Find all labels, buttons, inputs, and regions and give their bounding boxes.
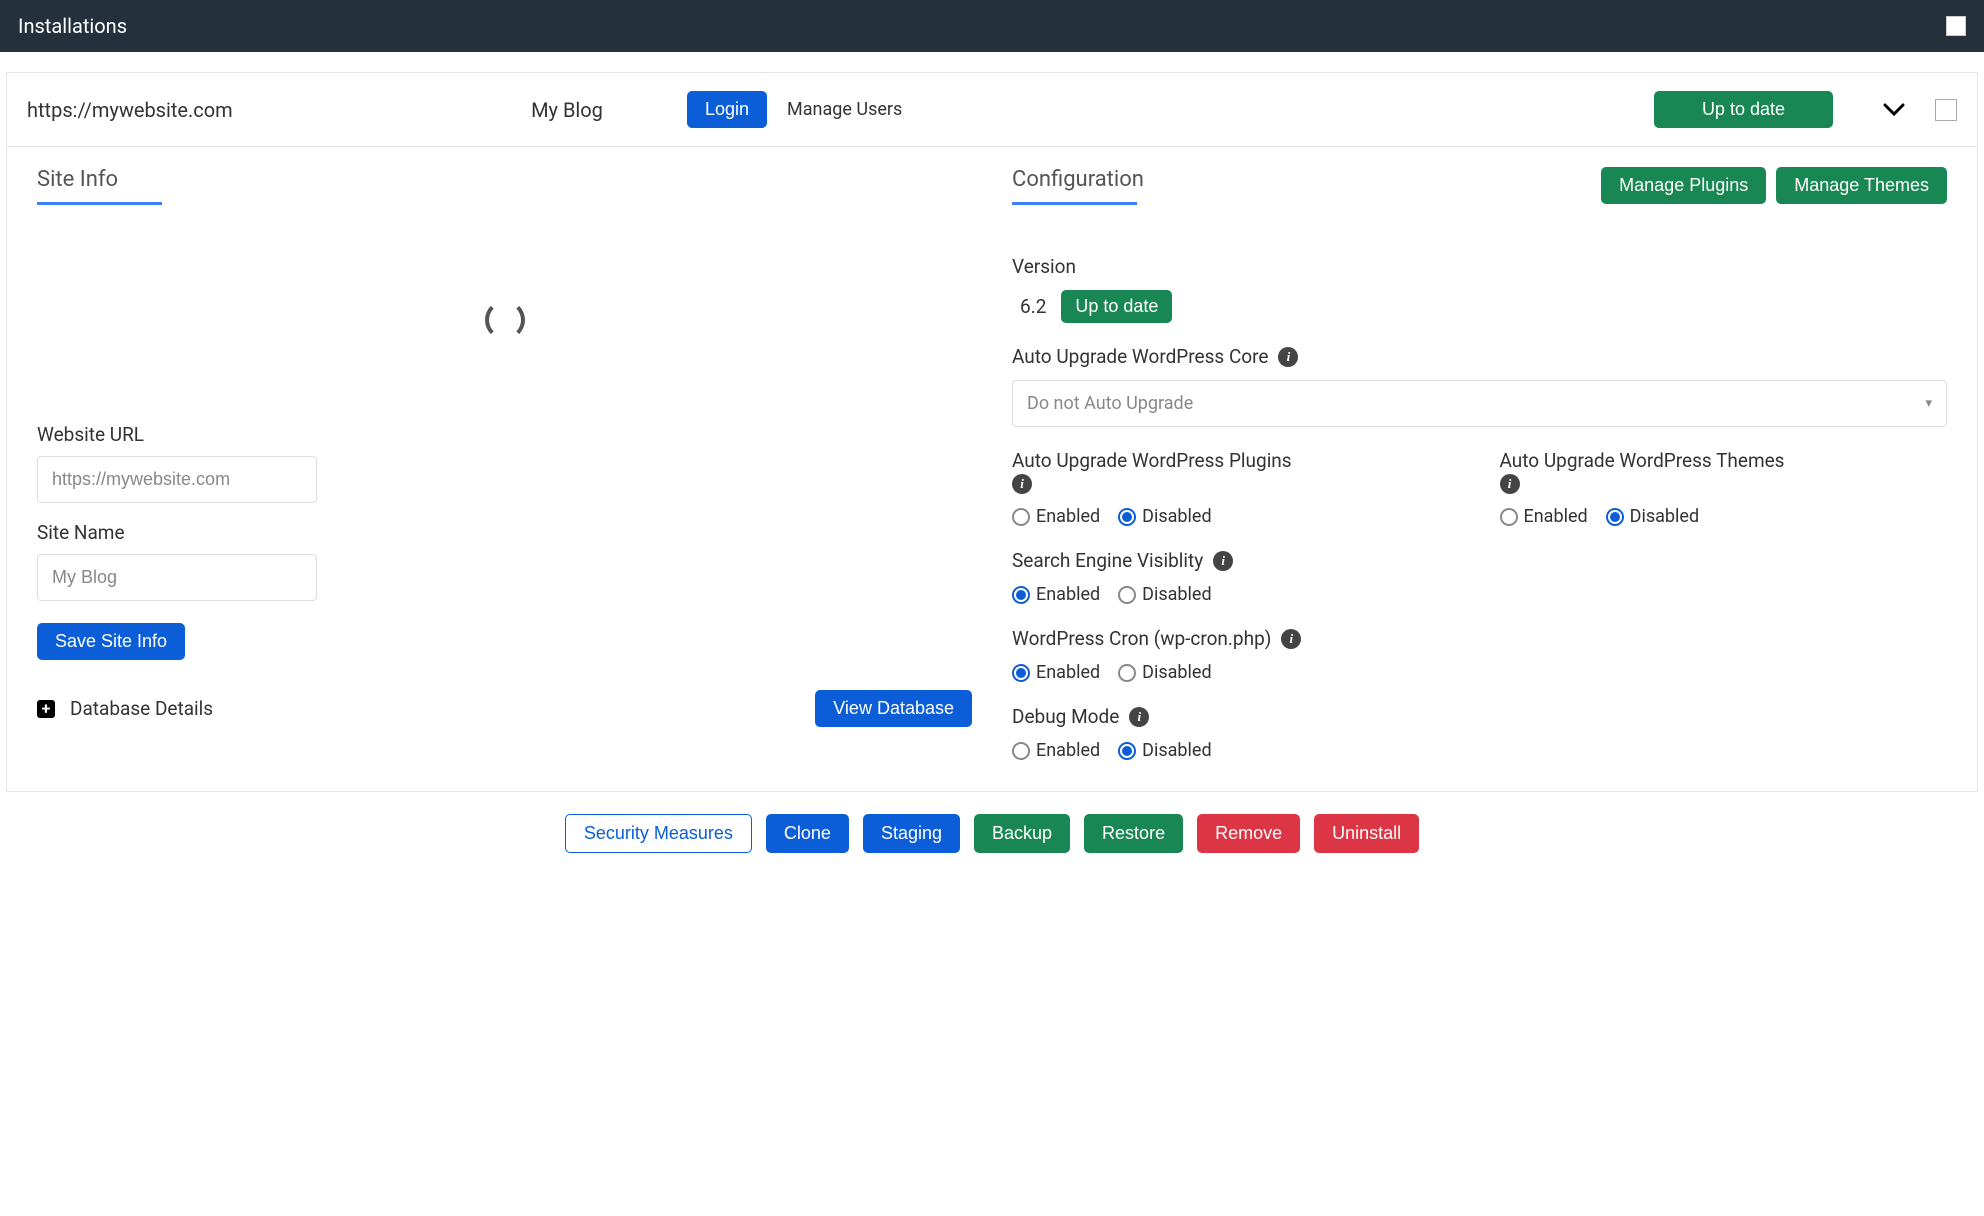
configuration-panel: Configuration Manage Plugins Manage Them… <box>1012 167 1947 761</box>
database-details-label[interactable]: Database Details <box>70 697 213 720</box>
page-title: Installations <box>18 14 127 38</box>
save-site-info-button[interactable]: Save Site Info <box>37 623 185 660</box>
configuration-title-text: Configuration <box>1012 167 1144 192</box>
site-info-title-text: Site Info <box>37 167 118 192</box>
version-status-badge[interactable]: Up to date <box>1061 290 1172 323</box>
clone-button[interactable]: Clone <box>766 814 849 853</box>
website-url-label: Website URL <box>37 423 972 446</box>
auto-upgrade-core-label: Auto Upgrade WordPress Core i <box>1012 345 1947 368</box>
info-icon[interactable]: i <box>1213 551 1233 571</box>
info-icon[interactable]: i <box>1278 347 1298 367</box>
screenshot-loading <box>37 235 972 405</box>
remove-button[interactable]: Remove <box>1197 814 1300 853</box>
search-disabled-radio[interactable]: Disabled <box>1118 584 1211 605</box>
page-header: Installations <box>0 0 1984 52</box>
info-icon[interactable]: i <box>1281 629 1301 649</box>
install-url[interactable]: https://mywebsite.com <box>27 98 447 122</box>
wp-cron-label: WordPress Cron (wp-cron.php) i <box>1012 627 1947 650</box>
backup-button[interactable]: Backup <box>974 814 1070 853</box>
restore-button[interactable]: Restore <box>1084 814 1183 853</box>
spinner-icon <box>485 300 525 340</box>
manage-users-link[interactable]: Manage Users <box>787 99 902 120</box>
auto-upgrade-plugins-label: Auto Upgrade WordPress Plugins <box>1012 449 1460 472</box>
website-url-input[interactable] <box>37 456 317 503</box>
debug-disabled-radio[interactable]: Disabled <box>1118 740 1211 761</box>
manage-themes-button[interactable]: Manage Themes <box>1776 167 1947 204</box>
install-name: My Blog <box>467 98 667 122</box>
expand-db-icon[interactable]: + <box>37 700 55 718</box>
cron-disabled-radio[interactable]: Disabled <box>1118 662 1211 683</box>
info-icon[interactable]: i <box>1129 707 1149 727</box>
installation-details: Site Info Website URL Site Name Save Sit… <box>6 147 1978 792</box>
site-name-input[interactable] <box>37 554 317 601</box>
staging-button[interactable]: Staging <box>863 814 960 853</box>
security-measures-button[interactable]: Security Measures <box>565 814 752 853</box>
search-visibility-label: Search Engine Visiblity i <box>1012 549 1947 572</box>
auto-upgrade-core-value: Do not Auto Upgrade <box>1027 393 1193 414</box>
login-button[interactable]: Login <box>687 91 767 128</box>
action-buttons-row: Security Measures Clone Staging Backup R… <box>6 792 1978 863</box>
uninstall-button[interactable]: Uninstall <box>1314 814 1419 853</box>
auto-upgrade-themes-label: Auto Upgrade WordPress Themes <box>1500 449 1948 472</box>
plugins-disabled-radio[interactable]: Disabled <box>1118 506 1211 527</box>
site-info-panel: Site Info Website URL Site Name Save Sit… <box>37 167 972 761</box>
configuration-title: Configuration <box>1012 167 1144 215</box>
themes-enabled-radio[interactable]: Enabled <box>1500 506 1588 527</box>
manage-plugins-button[interactable]: Manage Plugins <box>1601 167 1766 204</box>
installation-row: https://mywebsite.com My Blog Login Mana… <box>6 72 1978 147</box>
info-icon[interactable]: i <box>1012 474 1032 494</box>
version-label: Version <box>1012 255 1947 278</box>
chevron-down-icon: ▾ <box>1925 396 1932 411</box>
expand-toggle-icon[interactable] <box>1883 98 1905 122</box>
view-database-button[interactable]: View Database <box>815 690 972 727</box>
version-value: 6.2 <box>1012 295 1046 318</box>
row-select-checkbox[interactable] <box>1935 99 1957 121</box>
themes-disabled-radio[interactable]: Disabled <box>1606 506 1699 527</box>
site-info-title: Site Info <box>37 167 972 215</box>
debug-enabled-radio[interactable]: Enabled <box>1012 740 1100 761</box>
select-all-checkbox[interactable] <box>1946 16 1966 36</box>
cron-enabled-radio[interactable]: Enabled <box>1012 662 1100 683</box>
status-badge-button[interactable]: Up to date <box>1654 91 1833 128</box>
debug-mode-label: Debug Mode i <box>1012 705 1947 728</box>
site-name-label: Site Name <box>37 521 972 544</box>
search-enabled-radio[interactable]: Enabled <box>1012 584 1100 605</box>
plugins-enabled-radio[interactable]: Enabled <box>1012 506 1100 527</box>
info-icon[interactable]: i <box>1500 474 1520 494</box>
auto-upgrade-core-select[interactable]: Do not Auto Upgrade ▾ <box>1012 380 1947 427</box>
